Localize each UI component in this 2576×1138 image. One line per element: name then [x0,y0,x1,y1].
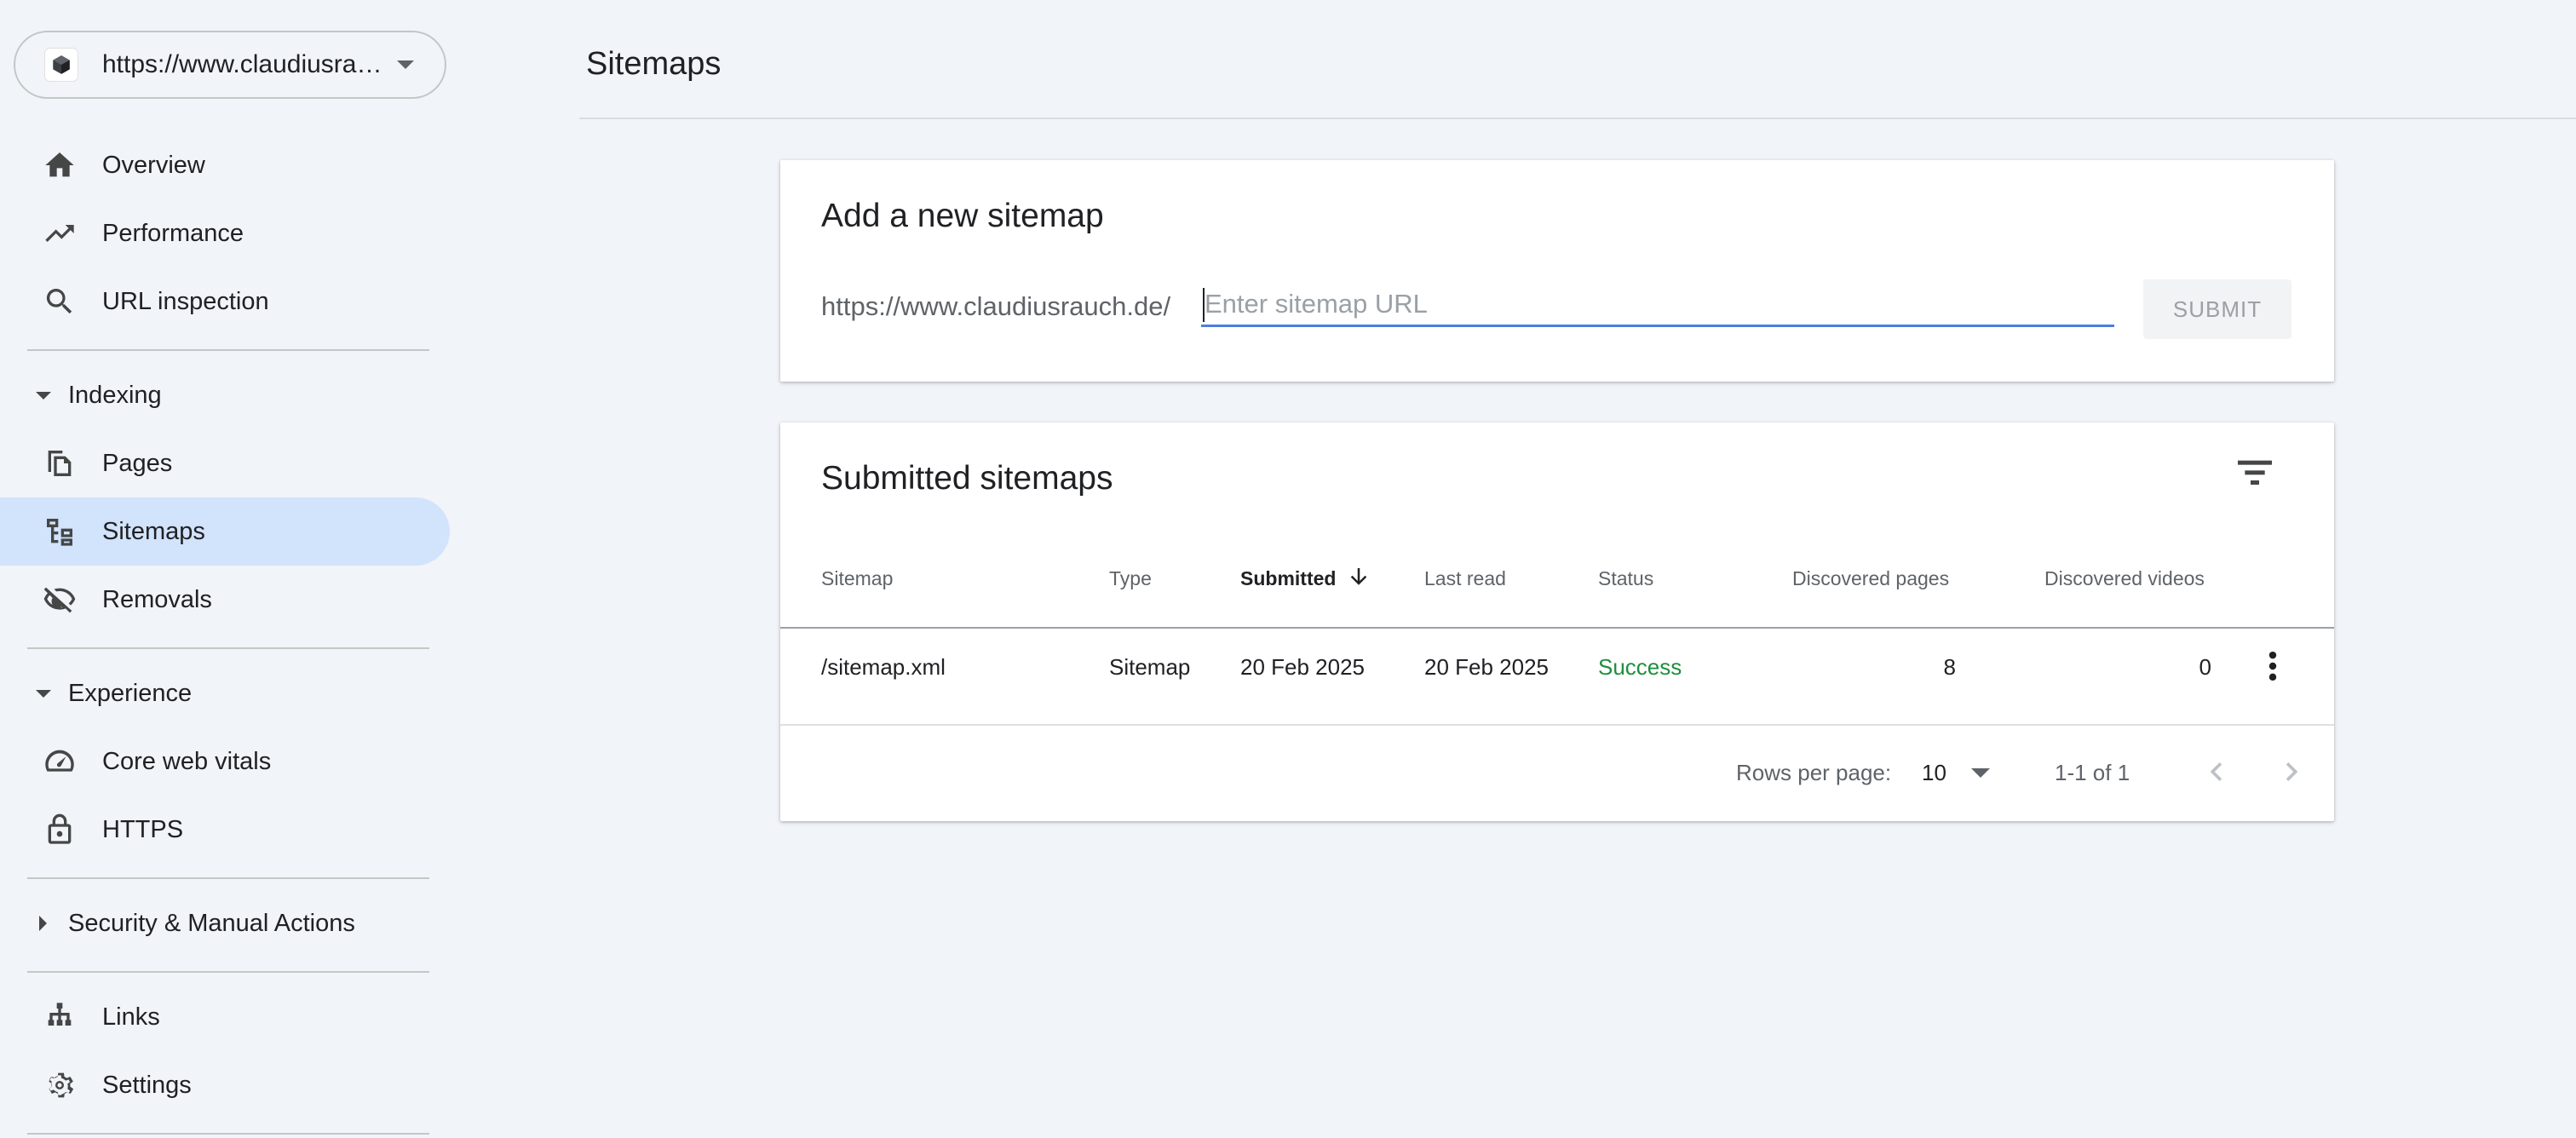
column-header-discovered-videos[interactable]: Discovered videos [2044,567,2205,590]
sidebar-item-label: Settings [102,1071,192,1099]
add-sitemap-card: Add a new sitemap https://www.claudiusra… [780,160,2334,382]
sidebar-item-overview[interactable]: Overview [0,131,450,199]
lock-icon [48,813,72,844]
section-experience[interactable]: Experience [0,659,450,727]
section-label: Security & Manual Actions [68,909,355,937]
section-security[interactable]: Security & Manual Actions [0,889,450,957]
property-url: https://www.claudiusrauch.de/ [102,50,388,78]
submitted-sitemaps-title: Submitted sitemaps [821,460,1113,497]
text-cursor [1203,288,1205,322]
sidebar-item-label: URL inspection [102,287,269,315]
add-sitemap-title: Add a new sitemap [821,198,1104,234]
sidebar-divider [27,647,429,649]
rows-per-page-label: Rows per page: [1736,760,1892,785]
column-header-type[interactable]: Type [1109,567,1152,590]
expand-icon [36,689,51,698]
sidebar-item-performance[interactable]: Performance [0,199,450,267]
property-selector[interactable]: https://www.claudiusrauch.de/ [14,31,446,99]
sidebar-item-settings[interactable]: Settings [0,1051,450,1119]
filter-icon[interactable] [2234,455,2276,489]
visibility-off-icon [43,587,76,613]
sidebar-item-links[interactable]: Links [0,983,450,1051]
sidebar-item-label: Removals [102,585,212,613]
pagination-range: 1-1 of 1 [2055,760,2130,785]
expand-icon [36,391,51,399]
sidebar-divider [27,877,429,879]
column-header-sitemap[interactable]: Sitemap [821,567,893,590]
rows-per-page-select[interactable]: 10 [1922,760,1946,786]
section-indexing[interactable]: Indexing [0,361,450,429]
more-vert-icon[interactable] [2257,647,2288,685]
sidebar-item-label: Core web vitals [102,747,272,775]
cell-submitted: 20 Feb 2025 [1240,654,1366,680]
column-header-last-read[interactable]: Last read [1424,567,1506,590]
sidebar-item-label: Overview [102,151,205,179]
sidebar-item-url-inspection[interactable]: URL inspection [0,267,450,336]
cell-status: Success [1598,654,1682,680]
sitemap-url-input[interactable] [1201,283,2114,327]
sidebar-item-pages[interactable]: Pages [0,429,450,497]
sidebar-item-label: Links [102,1003,160,1031]
sidebar-item-label: Performance [102,219,244,247]
trending-up-icon [45,225,74,242]
sidebar-divider [27,349,429,351]
cell-type: Sitemap [1109,654,1191,680]
sidebar-item-sitemaps[interactable]: Sitemaps [0,497,450,566]
pages-icon [48,451,72,476]
column-header-submitted[interactable]: Submitted [1240,567,1336,590]
sitemap-icon [47,519,72,546]
section-label: Indexing [68,381,162,409]
table-header-divider [780,627,2334,629]
chevron-right-icon[interactable] [2273,750,2310,794]
speedometer-icon [45,750,74,772]
submitted-sitemaps-card: Submitted sitemaps Sitemap Type Submitte… [780,422,2334,821]
arrow-down-icon[interactable] [1346,564,1371,589]
table-row-divider [780,724,2334,726]
sidebar-divider [27,1133,429,1135]
page-title: Sitemaps [586,46,722,82]
sidebar-divider [27,971,429,973]
header-divider [579,118,2576,119]
cell-discovered-videos: 0 [2199,654,2211,680]
links-icon [48,1003,72,1026]
sidebar-item-https[interactable]: HTTPS [0,796,450,864]
chevron-left-icon[interactable] [2198,750,2235,794]
home-icon [45,152,74,177]
search-icon [46,289,72,314]
sidebar-item-label: Pages [102,449,173,477]
cell-sitemap: /sitemap.xml [821,654,946,680]
sidebar-item-core-web-vitals[interactable]: Core web vitals [0,727,450,796]
sidebar-item-removals[interactable]: Removals [0,566,450,634]
chevron-down-icon [397,60,414,69]
cell-last-read: 20 Feb 2025 [1424,654,1550,680]
sidebar: https://www.claudiusrauch.de/ Overview P… [0,0,460,1138]
column-header-status[interactable]: Status [1598,567,1653,590]
cell-discovered-pages: 8 [1943,654,1956,680]
chevron-down-icon[interactable] [1971,768,1990,778]
column-header-discovered-pages[interactable]: Discovered pages [1792,567,1949,590]
sitemap-url-prefix: https://www.claudiusrauch.de/ [821,291,1171,321]
section-label: Experience [68,679,193,707]
sidebar-item-label: HTTPS [102,815,184,843]
cube-icon [44,48,78,82]
gear-icon [49,1072,74,1098]
sidebar-item-label: Sitemaps [102,517,205,545]
collapse-icon [39,916,47,931]
submit-button[interactable]: SUBMIT [2143,279,2291,339]
